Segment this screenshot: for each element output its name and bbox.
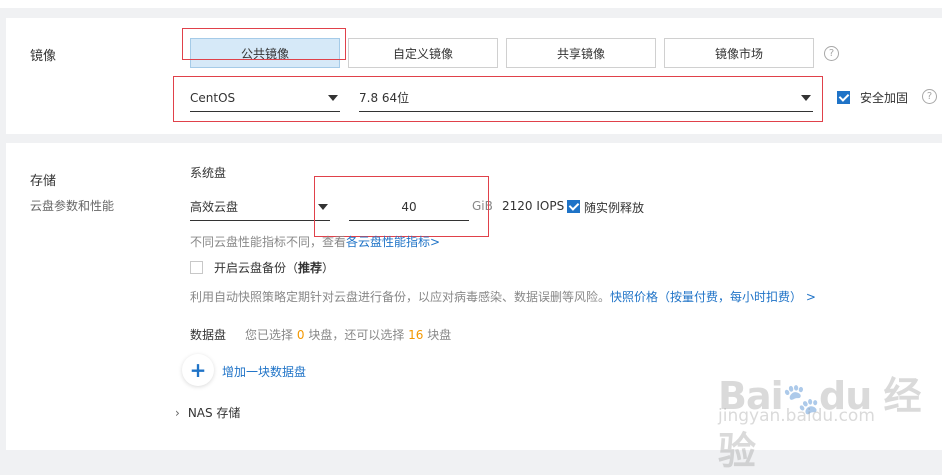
- backup-note: 利用自动快照策略定期针对云盘进行备份，以应对病毒感染、数据误删等风险。快照价格（…: [190, 288, 816, 305]
- data-disk-summary: 您已选择 0 块盘，还可以选择 16 块盘: [245, 326, 451, 343]
- top-panel-strip: [0, 0, 942, 8]
- storage-section-label: 存储: [30, 174, 57, 189]
- perf-note: 不同云盘性能指标不同，查看各云盘性能指标>: [190, 233, 440, 250]
- data-disk-text-mid: 块盘，还可以选择: [308, 328, 405, 342]
- backup-note-text: 利用自动快照策略定期针对云盘进行备份，以应对病毒感染、数据误删等风险。: [190, 290, 611, 304]
- backup-label-text: 开启云盘备份（: [214, 261, 299, 275]
- nas-storage-toggle[interactable]: › NAS 存储: [175, 404, 240, 421]
- highlight-box: [182, 28, 346, 60]
- disk-type-select[interactable]: 高效云盘: [190, 193, 330, 221]
- data-disk-remaining-count: 16: [408, 328, 424, 342]
- perf-note-text: 不同云盘性能指标不同，查看: [190, 235, 347, 249]
- help-icon[interactable]: ?: [922, 89, 937, 104]
- baidu-watermark-url: jingyan.baidu.com: [718, 406, 875, 426]
- add-data-disk-label: 增加一块数据盘: [222, 365, 307, 379]
- tab-custom-image[interactable]: 自定义镜像: [348, 38, 498, 68]
- add-data-disk-button[interactable]: + 增加一块数据盘: [182, 354, 322, 386]
- storage-section-sublabel: 云盘参数和性能: [30, 199, 115, 213]
- chevron-right-icon: ›: [175, 406, 180, 420]
- tab-image-market[interactable]: 镜像市场: [664, 38, 814, 68]
- snapshot-price-link[interactable]: 快照价格（按量付费，每小时扣费）: [610, 290, 802, 304]
- nas-storage-label: NAS 存储: [187, 406, 241, 420]
- data-disk-text-prefix: 您已选择: [245, 328, 294, 342]
- highlight-box: [173, 76, 823, 122]
- perf-link[interactable]: 各云盘性能指标: [346, 235, 430, 249]
- plus-icon: +: [182, 354, 214, 386]
- backup-label: 开启云盘备份（推荐）: [214, 259, 334, 276]
- system-disk-label: 系统盘: [190, 166, 227, 180]
- backup-recommend: 推荐: [298, 261, 323, 275]
- snapshot-price-arrow[interactable]: >: [806, 290, 816, 304]
- release-with-instance-checkbox[interactable]: [567, 200, 580, 213]
- highlight-box: [314, 176, 489, 237]
- perf-link-arrow[interactable]: >: [430, 235, 440, 249]
- data-disk-selected-count: 0: [296, 328, 305, 342]
- release-with-instance-label: 随实例释放: [584, 201, 645, 215]
- data-disk-text-suffix: 块盘: [427, 328, 452, 342]
- backup-checkbox[interactable]: [190, 261, 203, 274]
- tab-shared-image[interactable]: 共享镜像: [506, 38, 656, 68]
- data-disk-label: 数据盘: [190, 328, 227, 342]
- security-hardening-label: 安全加固: [860, 91, 909, 105]
- iops-value: 2120 IOPS: [502, 199, 565, 213]
- image-section-label: 镜像: [30, 49, 57, 64]
- security-hardening-checkbox[interactable]: [837, 91, 850, 104]
- disk-type-value: 高效云盘: [190, 200, 239, 214]
- help-icon[interactable]: ?: [824, 46, 839, 61]
- backup-label-end: ）: [322, 261, 335, 275]
